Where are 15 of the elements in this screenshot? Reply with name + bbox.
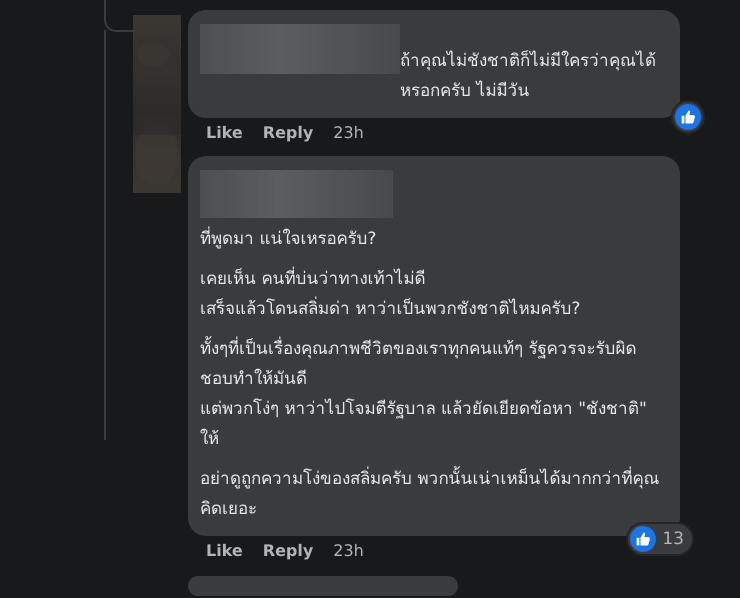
like-link[interactable]: Like [206, 540, 243, 560]
like-reaction[interactable] [673, 102, 703, 132]
reaction-count[interactable]: 13 [628, 524, 692, 554]
comment-text: ถ้าคุณไม่ชังชาติก็ไม่มีใครว่าคุณได้หรอกครับ ไม่มีวัน [400, 49, 657, 103]
timestamp: 23h [333, 540, 364, 560]
comment-text: ที่พูดมา แน่ใจเหรอครับ? [200, 224, 668, 254]
like-link[interactable]: Like [206, 122, 243, 142]
like-icon [630, 526, 656, 552]
comment-text: อย่าดูถูกความโง่ของสลิ่มครับ พวกนั้นเน่าเหม็นได้มากกว่าที่คุณคิดเยอะ [200, 464, 668, 524]
like-icon [675, 104, 701, 130]
comment-text: ทั้งๆที่เป็นเรื่องคุณภาพชีวิตของเราทุกคนแท้ๆ รัฐควรจะรับผิดชอบทำให้มันดี แต่พวกโง่ๆ หาว่าไปโจมตีรัฐบาล แล้วยัดเยียดข้อหา "ชังชาติ" ให้ [200, 334, 668, 454]
timestamp: 23h [333, 122, 364, 142]
reply-link[interactable]: Reply [262, 540, 314, 560]
comment-text: เคยเห็น คนที่บ่นว่าทางเท้าไม่ดี เสร็จแล้วโดนสลิ่มด่า หาว่าเป็นพวกชังชาติไหมครับ? [200, 264, 668, 324]
reply-link[interactable]: Reply [262, 122, 314, 142]
